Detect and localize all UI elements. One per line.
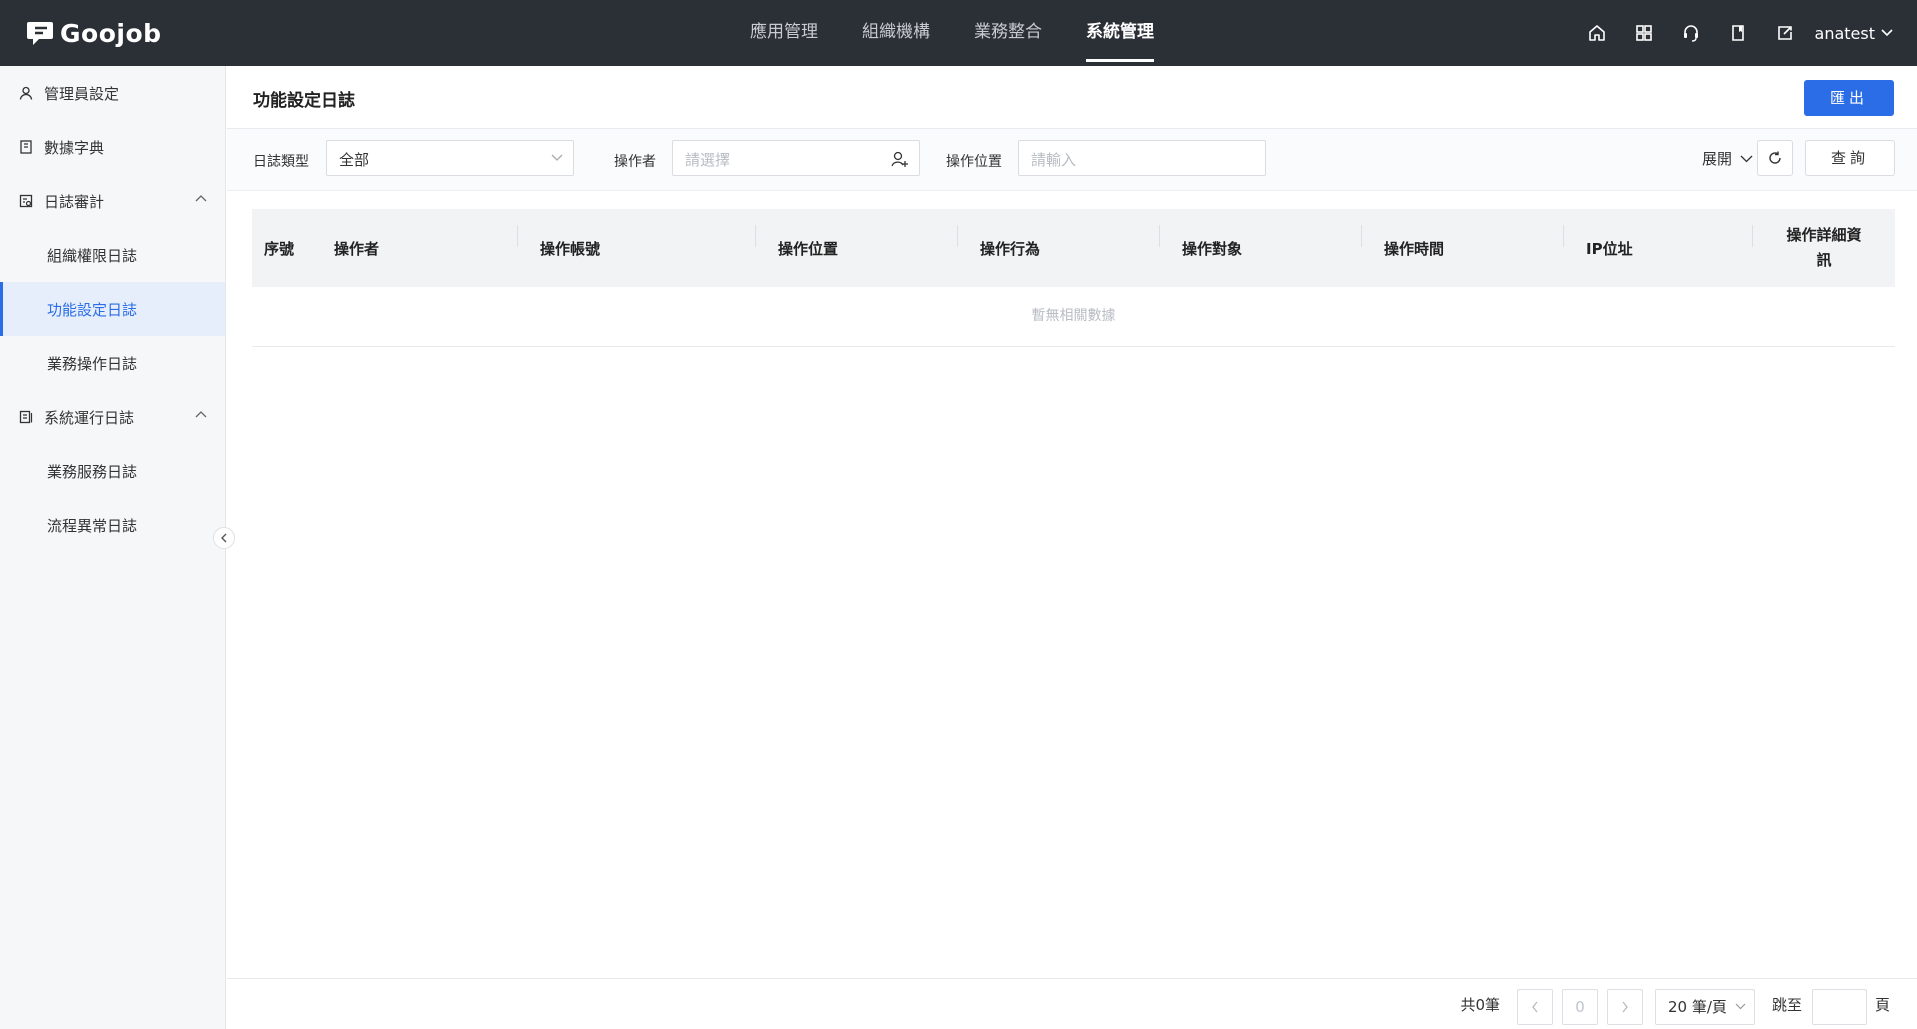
book-icon[interactable] bbox=[1726, 21, 1750, 45]
sidebar-item-system-run-log[interactable]: 系統運行日誌 bbox=[0, 390, 225, 444]
column-label: 操作時間 bbox=[1384, 239, 1445, 258]
book-icon bbox=[18, 139, 34, 155]
column-label: 操作者 bbox=[334, 239, 380, 258]
operator-placeholder: 請選擇 bbox=[685, 151, 731, 169]
column-header[interactable]: 操作行為 bbox=[958, 209, 1160, 287]
sidebar-item-data-dictionary[interactable]: 數據字典 bbox=[0, 120, 225, 174]
column-label-line: 訊 bbox=[1816, 251, 1832, 269]
headset-icon[interactable] bbox=[1679, 21, 1703, 45]
apps-grid-icon[interactable] bbox=[1632, 21, 1656, 45]
page-header: 功能設定日誌 匯出 bbox=[227, 66, 1917, 129]
column-header[interactable]: 操作詳細資訊 bbox=[1753, 209, 1895, 287]
sidebar-item-business-service-log[interactable]: 業務服務日誌 bbox=[0, 444, 225, 498]
sidebar-item-label: 日誌審計 bbox=[44, 192, 105, 211]
log-type-value: 全部 bbox=[339, 151, 370, 169]
chevron-down-icon bbox=[1881, 29, 1893, 37]
location-placeholder: 請輸入 bbox=[1031, 151, 1077, 169]
topnav-business-integration[interactable]: 業務整合 bbox=[952, 0, 1064, 66]
column-label: 操作位置 bbox=[778, 239, 839, 258]
column-label: 操作對象 bbox=[1182, 239, 1243, 258]
refresh-icon bbox=[1769, 151, 1781, 164]
chevron-up-icon bbox=[195, 411, 207, 418]
operator-label: 操作者 bbox=[614, 154, 656, 170]
page-title: 功能設定日誌 bbox=[253, 91, 355, 111]
sidebar-item-admin-settings[interactable]: 管理員設定 bbox=[0, 66, 225, 120]
filter-bar: 日誌類型 全部 操作者 請選擇 操作位置 請輸入 展開 查詢 bbox=[227, 129, 1917, 191]
column-header[interactable]: 操作者 bbox=[322, 209, 518, 287]
logo-mark-icon bbox=[26, 18, 56, 48]
column-label: 操作行為 bbox=[980, 239, 1041, 258]
column-header[interactable]: 操作位置 bbox=[756, 209, 958, 287]
column-header[interactable]: 操作時間 bbox=[1362, 209, 1564, 287]
jump-page-input[interactable] bbox=[1812, 989, 1867, 1025]
topnav-system-management[interactable]: 系統管理 bbox=[1064, 0, 1176, 66]
chevron-down-icon bbox=[551, 154, 563, 161]
prev-page-button[interactable] bbox=[1517, 989, 1553, 1025]
sidebar-item-function-settings-log[interactable]: 功能設定日誌 bbox=[0, 282, 225, 336]
sidebar: 管理員設定 數據字典 日誌審計 組織權限日誌 功能設定日誌 業務操作日誌 系統運… bbox=[0, 66, 226, 1029]
sidebar-item-business-operation-log[interactable]: 業務操作日誌 bbox=[0, 336, 225, 390]
query-button[interactable]: 查詢 bbox=[1805, 140, 1895, 176]
home-icon[interactable] bbox=[1585, 21, 1609, 45]
operator-select[interactable]: 請選擇 bbox=[672, 140, 920, 176]
top-nav: 應用管理 組織機構 業務整合 系統管理 bbox=[728, 0, 1176, 66]
jump-to-label: 跳至 bbox=[1771, 996, 1802, 1014]
column-header[interactable]: 操作帳號 bbox=[518, 209, 756, 287]
log-table: 序號 操作者 操作帳號 操作位置 操作行為 操作對象 操作時間 IP位址 操作詳… bbox=[252, 209, 1895, 347]
user-name: anatest bbox=[1814, 23, 1875, 43]
chevron-left-icon bbox=[1532, 1001, 1538, 1013]
sidebar-item-label: 數據字典 bbox=[44, 138, 105, 157]
export-button[interactable]: 匯出 bbox=[1804, 80, 1894, 116]
empty-state-text: 暫無相關數據 bbox=[252, 287, 1895, 347]
location-label: 操作位置 bbox=[946, 154, 1002, 170]
top-toolbar: anatest bbox=[1562, 0, 1893, 66]
log-type-label: 日誌類型 bbox=[253, 154, 309, 170]
edit-export-icon[interactable] bbox=[1773, 21, 1797, 45]
chevron-up-icon bbox=[195, 195, 207, 202]
current-page[interactable]: 0 bbox=[1562, 989, 1598, 1025]
next-page-button[interactable] bbox=[1607, 989, 1643, 1025]
sidebar-item-process-exception-log[interactable]: 流程異常日誌 bbox=[0, 498, 225, 552]
logo-text: Goojob bbox=[60, 18, 162, 48]
top-navbar: Goojob 應用管理 組織機構 業務整合 系統管理 anatest bbox=[0, 0, 1917, 66]
topnav-app-management[interactable]: 應用管理 bbox=[728, 0, 840, 66]
expand-label: 展開 bbox=[1701, 150, 1732, 168]
total-count: 共0筆 bbox=[1460, 996, 1500, 1014]
location-input[interactable]: 請輸入 bbox=[1018, 140, 1266, 176]
chevron-right-icon bbox=[1622, 1001, 1628, 1013]
chevron-down-icon bbox=[1740, 155, 1753, 162]
column-header[interactable]: IP位址 bbox=[1564, 209, 1753, 287]
sidebar-item-org-permission-log[interactable]: 組織權限日誌 bbox=[0, 228, 225, 282]
log-icon bbox=[18, 409, 34, 425]
user-icon bbox=[18, 85, 34, 101]
column-label: 操作帳號 bbox=[540, 239, 601, 258]
sidebar-item-log-audit[interactable]: 日誌審計 bbox=[0, 174, 225, 228]
column-label: 操作詳細資訊 bbox=[1786, 223, 1861, 273]
user-menu[interactable]: anatest bbox=[1815, 24, 1893, 43]
main-content: 功能設定日誌 匯出 日誌類型 全部 操作者 請選擇 操作位置 請輸入 展開 查詢… bbox=[227, 66, 1917, 1029]
column-label: IP位址 bbox=[1586, 239, 1633, 258]
sidebar-item-label: 系統運行日誌 bbox=[44, 408, 135, 427]
sidebar-item-label: 管理員設定 bbox=[44, 84, 120, 103]
page-size-select[interactable]: 20 筆/頁 bbox=[1655, 989, 1755, 1025]
refresh-button[interactable] bbox=[1757, 140, 1793, 176]
log-type-select[interactable]: 全部 bbox=[326, 140, 574, 176]
pagination: 共0筆 0 20 筆/頁 跳至 頁 bbox=[227, 978, 1917, 1029]
add-user-icon bbox=[891, 151, 908, 167]
column-label-line: 操作詳細資 bbox=[1786, 226, 1862, 244]
topnav-organization[interactable]: 組織機構 bbox=[840, 0, 952, 66]
column-header[interactable]: 操作對象 bbox=[1160, 209, 1362, 287]
page-size-value: 20 筆/頁 bbox=[1668, 998, 1727, 1016]
page-unit-label: 頁 bbox=[1874, 996, 1890, 1014]
goojob-logo[interactable]: Goojob bbox=[26, 16, 162, 50]
table-header: 序號 操作者 操作帳號 操作位置 操作行為 操作對象 操作時間 IP位址 操作詳… bbox=[252, 209, 1895, 287]
chevron-down-icon bbox=[1735, 1003, 1746, 1010]
column-header[interactable]: 序號 bbox=[252, 209, 322, 287]
audit-icon bbox=[18, 193, 34, 209]
expand-filters-button[interactable]: 展開 bbox=[1702, 148, 1753, 169]
